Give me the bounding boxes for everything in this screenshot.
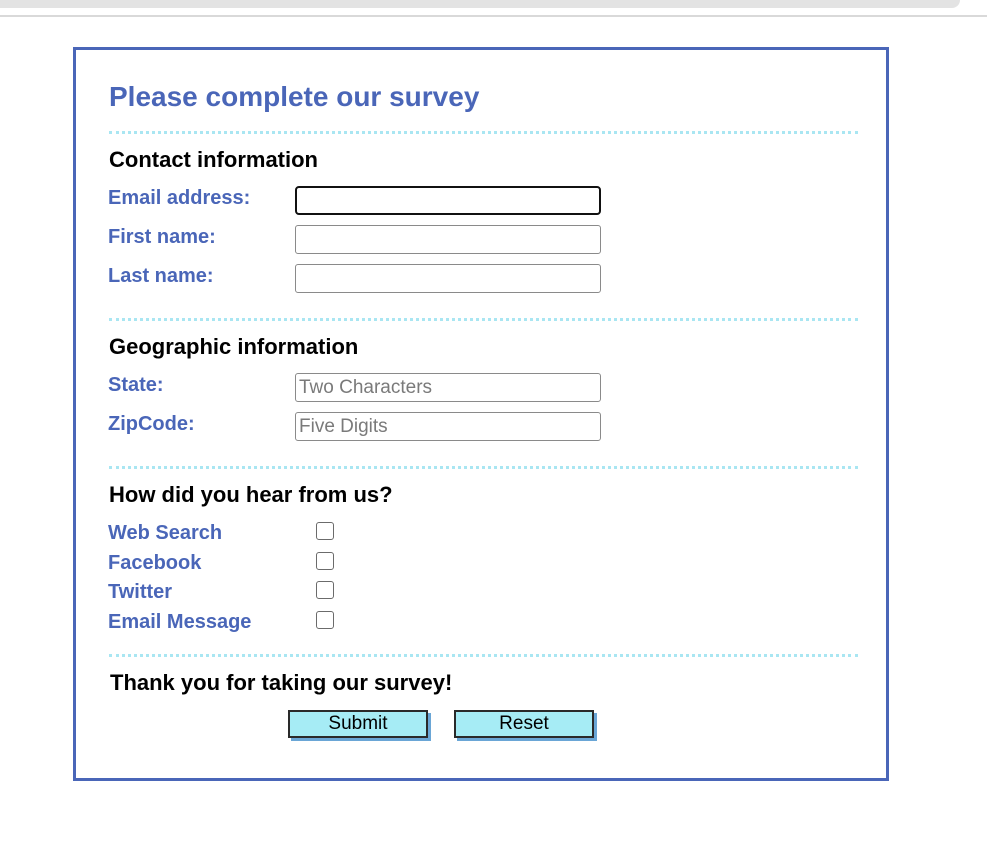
email-field[interactable] <box>295 186 601 215</box>
state-label: State: <box>108 374 164 396</box>
reset-button[interactable]: Reset <box>454 710 594 738</box>
browser-toolbar-edge <box>0 0 960 8</box>
referral-option-label: Twitter <box>108 581 173 603</box>
section-divider <box>109 466 858 469</box>
submit-button[interactable]: Submit <box>288 710 428 738</box>
referral-heading: How did you hear from us? <box>109 482 393 507</box>
last-name-field[interactable] <box>295 264 601 293</box>
first-name-field[interactable] <box>295 225 601 254</box>
email-message-checkbox[interactable] <box>316 611 334 629</box>
zipcode-field[interactable] <box>295 412 601 441</box>
facebook-checkbox[interactable] <box>316 552 334 570</box>
twitter-checkbox[interactable] <box>316 581 334 599</box>
contact-heading: Contact information <box>109 147 318 172</box>
browser-toolbar-separator <box>0 15 987 17</box>
web-search-checkbox[interactable] <box>316 522 334 540</box>
page-title: Please complete our survey <box>109 81 480 112</box>
referral-option-label: Web Search <box>108 522 223 544</box>
referral-option-label: Facebook <box>108 552 202 574</box>
section-divider <box>109 318 858 321</box>
first-name-label: First name: <box>108 226 216 248</box>
survey-form: Please complete our survey Contact infor… <box>73 47 889 781</box>
last-name-label: Last name: <box>108 265 214 287</box>
state-field[interactable] <box>295 373 601 402</box>
thank-you-message: Thank you for taking our survey! <box>110 670 453 695</box>
referral-option-label: Email Message <box>108 611 252 633</box>
section-divider <box>109 654 858 657</box>
zipcode-label: ZipCode: <box>108 413 195 435</box>
email-label: Email address: <box>108 187 251 209</box>
section-divider <box>109 131 858 134</box>
geographic-heading: Geographic information <box>109 334 359 359</box>
